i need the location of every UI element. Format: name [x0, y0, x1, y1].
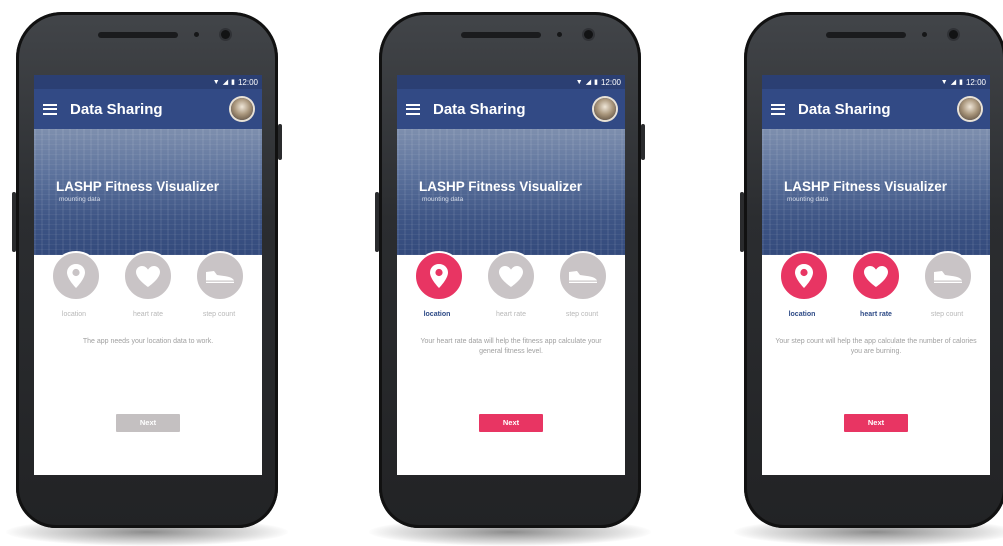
location-label: location [423, 311, 451, 318]
phone-body: ▼ ◢ ▮ 12:00 Data Sharing LASHP Fitness V… [12, 12, 282, 528]
status-time: 12:00 [965, 77, 986, 87]
sensor [557, 32, 562, 37]
phone-mockup-1: ▼ ◢ ▮ 12:00 Data Sharing LASHP Fitness V… [6, 12, 288, 546]
front-camera [949, 30, 958, 39]
phone-body: ▼ ◢ ▮ 12:00 Data Sharing LASHP Fitness V… [740, 12, 1003, 528]
earpiece-speaker [461, 32, 541, 38]
wifi-icon: ▼ [575, 78, 583, 86]
hero-title: LASHP Fitness Visualizer [419, 179, 583, 194]
heart-icon [864, 265, 888, 287]
sensor [194, 32, 199, 37]
heart-icon [499, 265, 523, 287]
step-count-label: step count [202, 311, 236, 318]
hero-banner: LASHP Fitness Visualizer mounting data [762, 129, 990, 255]
location-label: location [61, 311, 87, 318]
menu-icon[interactable] [43, 103, 57, 115]
step-count-toggle[interactable] [558, 251, 608, 301]
location-pin-icon [67, 264, 85, 288]
shoe-icon [206, 271, 234, 283]
next-button[interactable]: Next [116, 414, 180, 432]
hero-banner: LASHP Fitness Visualizer mounting data [397, 129, 625, 255]
signal-icon: ◢ [585, 79, 592, 86]
permission-labels: location heart rate step count [34, 311, 262, 321]
wifi-icon: ▼ [212, 78, 220, 86]
earpiece-speaker [98, 32, 178, 38]
location-pin-icon [795, 264, 813, 288]
sensor [922, 32, 927, 37]
avatar[interactable] [594, 98, 616, 120]
avatar[interactable] [959, 98, 981, 120]
next-button[interactable]: Next [479, 414, 543, 432]
heart-rate-label: heart rate [133, 311, 163, 318]
permission-icons [34, 251, 262, 303]
permission-icons [762, 251, 990, 303]
earpiece-speaker [826, 32, 906, 38]
location-toggle[interactable] [51, 251, 101, 301]
hero-subtitle: mounting data [422, 196, 464, 203]
permission-labels: location heart rate step count [762, 311, 990, 321]
front-camera [221, 30, 230, 39]
page-title: Data Sharing [798, 100, 891, 118]
menu-icon[interactable] [771, 103, 785, 115]
menu-icon[interactable] [406, 103, 420, 115]
permission-description: Your heart rate data will help the fitne… [420, 338, 602, 355]
permission-labels: location heart rate step count [397, 311, 625, 321]
step-count-label: step count [565, 311, 599, 318]
permission-description: Your step count will help the app calcul… [775, 338, 977, 355]
phone-body: ▼ ◢ ▮ 12:00 Data Sharing LASHP Fitness V… [375, 12, 645, 528]
avatar[interactable] [231, 98, 253, 120]
heart-rate-label: heart rate [496, 311, 526, 318]
phone-screen: ▼ ◢ ▮ 12:00 Data Sharing LASHP Fitness V… [397, 75, 625, 475]
phone-screen: ▼ ◢ ▮ 12:00 Data Sharing LASHP Fitness V… [762, 75, 990, 475]
status-time: 12:00 [237, 77, 258, 87]
power-button [641, 124, 645, 160]
heart-icon [136, 265, 160, 287]
signal-icon: ◢ [222, 79, 229, 86]
power-button [278, 124, 282, 160]
page-title: Data Sharing [70, 100, 163, 118]
status-bar: ▼ ◢ ▮ 12:00 [34, 75, 262, 89]
volume-button [740, 192, 744, 252]
shoe-icon [569, 271, 597, 283]
app-bar: Data Sharing [397, 89, 625, 129]
status-bar: ▼ ◢ ▮ 12:00 [397, 75, 625, 89]
heart-rate-toggle[interactable] [123, 251, 173, 301]
step-count-label: step count [930, 311, 964, 318]
location-toggle[interactable] [414, 251, 464, 301]
battery-icon: ▮ [231, 79, 235, 86]
app-bar: Data Sharing [762, 89, 990, 129]
battery-icon: ▮ [594, 79, 598, 86]
permission-description: The app needs your location data to work… [82, 338, 214, 345]
permission-icons [397, 251, 625, 303]
next-button[interactable]: Next [844, 414, 908, 432]
step-count-toggle[interactable] [923, 251, 973, 301]
status-time: 12:00 [600, 77, 621, 87]
heart-rate-toggle[interactable] [851, 251, 901, 301]
phone-mockup-3: ▼ ◢ ▮ 12:00 Data Sharing LASHP Fitness V… [734, 12, 1003, 546]
wifi-icon: ▼ [940, 78, 948, 86]
app-bar: Data Sharing [34, 89, 262, 129]
heart-rate-toggle[interactable] [486, 251, 536, 301]
page-title: Data Sharing [433, 100, 526, 118]
location-label: location [788, 311, 816, 318]
location-toggle[interactable] [779, 251, 829, 301]
phone-mockup-2: ▼ ◢ ▮ 12:00 Data Sharing LASHP Fitness V… [369, 12, 651, 546]
location-pin-icon [430, 264, 448, 288]
heart-rate-label: heart rate [860, 311, 892, 318]
hero-banner: LASHP Fitness Visualizer mounting data [34, 129, 262, 255]
phone-screen: ▼ ◢ ▮ 12:00 Data Sharing LASHP Fitness V… [34, 75, 262, 475]
front-camera [584, 30, 593, 39]
shoe-icon [934, 271, 962, 283]
status-bar: ▼ ◢ ▮ 12:00 [762, 75, 990, 89]
battery-icon: ▮ [959, 79, 963, 86]
hero-subtitle: mounting data [787, 196, 829, 203]
signal-icon: ◢ [950, 79, 957, 86]
hero-title: LASHP Fitness Visualizer [56, 179, 220, 194]
hero-title: LASHP Fitness Visualizer [784, 179, 948, 194]
step-count-toggle[interactable] [195, 251, 245, 301]
volume-button [12, 192, 16, 252]
hero-subtitle: mounting data [59, 196, 101, 203]
volume-button [375, 192, 379, 252]
